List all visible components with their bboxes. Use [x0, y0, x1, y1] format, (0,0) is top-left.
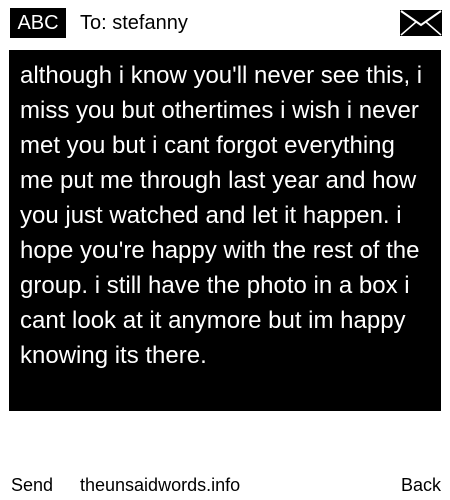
recipient-line[interactable]: To: stefanny: [80, 10, 188, 36]
input-mode-badge[interactable]: ABC: [10, 8, 66, 38]
header: ABC To: stefanny: [0, 0, 450, 46]
sms-compose-screen: ABC To: stefanny although i know you'll …: [0, 0, 450, 500]
message-panel[interactable]: although i know you'll never see this, i…: [9, 50, 441, 411]
softkey-bar: Send theunsaidwords.info Back: [0, 468, 450, 500]
back-softkey[interactable]: Back: [401, 474, 441, 496]
send-softkey[interactable]: Send: [11, 474, 53, 496]
site-label: theunsaidwords.info: [80, 475, 241, 495]
message-body[interactable]: although i know you'll never see this, i…: [20, 58, 430, 373]
envelope-icon: [400, 10, 442, 36]
